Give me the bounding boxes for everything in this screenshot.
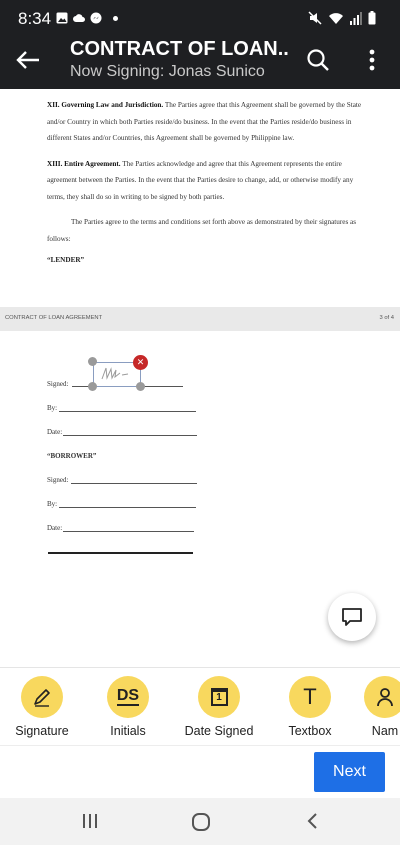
initials-glyph: DS [116,687,140,706]
comment-icon [342,608,362,626]
clause-heading: XIII. Entire Agreement. [47,159,121,168]
borrower-date-underline [63,531,194,532]
ds-initials-icon: DS [107,676,149,718]
tool-name[interactable]: Nam [350,676,400,738]
next-button[interactable]: Next [314,752,385,792]
signal-icon [350,12,362,25]
pen-icon [21,676,63,718]
gallery-icon [56,12,68,24]
tool-label: Nam [371,724,399,738]
field-toolbar: Signature DS Initials 1 Date Signed T Te… [0,667,400,745]
tool-label: Date Signed [184,724,254,738]
textbox-glyph: T [303,684,317,709]
tool-date-signed[interactable]: 1 Date Signed [177,676,261,738]
document-page-3-top: XII. Governing Law and Jurisdiction. The… [0,89,400,307]
clause-entire-agreement: XIII. Entire Agreement. The Parties ackn… [47,156,362,206]
lender-date-label: Date: [47,428,63,436]
notification-icons [56,12,118,24]
lender-by-label: By: [47,404,58,412]
lender-by-underline [59,411,196,412]
tool-label: Textbox [288,724,332,738]
recent-apps-icon[interactable] [81,812,99,830]
status-bar: 8:34 [0,0,400,36]
text-t-icon: T [289,676,331,718]
system-nav-bar [0,798,400,845]
borrower-signed-label: Signed: [47,476,69,484]
page-separator: CONTRACT OF LOAN AGREEMENT 3 of 4 [0,307,400,331]
system-icons [308,11,376,25]
more-notifications-dot [113,16,118,21]
resize-handle-bottom-left[interactable] [88,382,97,391]
mute-icon [308,11,322,25]
status-time: 8:34 [18,9,52,28]
document-viewer[interactable]: XII. Governing Law and Jurisdiction. The… [0,89,400,667]
page-indicator: 3 of 4 [379,315,394,321]
tool-textbox[interactable]: T Textbox [268,676,352,738]
borrower-signed-underline [71,483,197,484]
lender-date-underline [63,435,197,436]
lender-label: “LENDER” [47,256,85,264]
resize-handle-bottom-right[interactable] [136,382,145,391]
borrower-by-underline [59,507,196,508]
document-name: CONTRACT OF LOAN AGREEMENT [5,315,103,321]
tool-signature[interactable]: Signature [0,676,84,738]
calendar-glyph: 1 [210,688,228,706]
signature-intro: The Parties agree to the terms and condi… [47,218,357,243]
battery-icon [368,11,376,25]
search-icon[interactable] [304,46,332,74]
page-title: CONTRACT OF LOAN... [70,38,290,60]
app-header: 8:34 CONTRACT OF LOAN... Now Signing: Jo… [0,0,400,89]
clause-heading: XII. Governing Law and Jurisdiction. [47,101,164,109]
lender-signed-label: Signed: [47,380,69,388]
signer-subtitle: Now Signing: Jonas Sunico [70,63,265,80]
borrower-by-label: By: [47,500,58,508]
page-rule [48,552,193,554]
cloud-icon [73,14,85,22]
action-bar: Next [0,745,400,798]
more-vert-icon[interactable] [360,44,384,76]
calendar-icon: 1 [198,676,240,718]
borrower-label: “BORROWER” [47,452,97,460]
back-arrow-icon[interactable] [12,44,44,76]
clause-governing-law: XII. Governing Law and Jurisdiction. The… [47,97,362,147]
borrower-date-label: Date: [47,524,63,532]
messenger-icon [90,12,102,24]
resize-handle-top-left[interactable] [88,357,97,366]
comment-button[interactable] [328,593,376,641]
back-nav-icon[interactable] [305,812,321,830]
delete-field-button[interactable]: ✕ [133,355,148,370]
tool-initials[interactable]: DS Initials [86,676,170,738]
person-icon [364,676,400,718]
tool-label: Initials [110,724,146,738]
home-icon[interactable] [191,812,211,832]
wifi-icon [329,13,343,24]
tool-label: Signature [15,724,69,738]
